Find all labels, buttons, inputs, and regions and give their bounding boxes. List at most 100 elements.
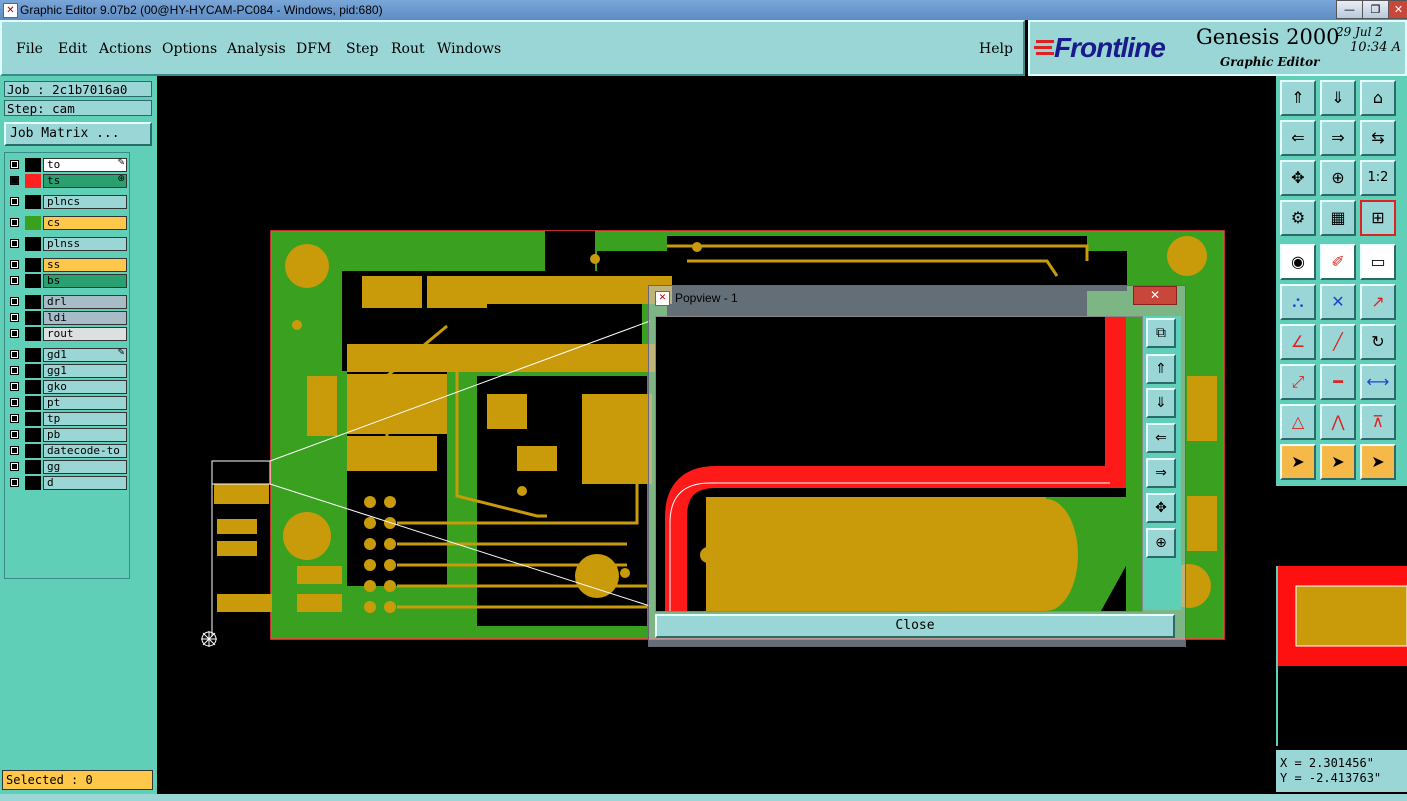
layer-color-swatch[interactable]: [25, 444, 41, 458]
popview-close-button[interactable]: Close: [655, 614, 1175, 638]
layer-color-swatch[interactable]: [25, 195, 41, 209]
layer-row[interactable]: drl: [7, 295, 127, 309]
layer-color-swatch[interactable]: [25, 460, 41, 474]
popview-left-icon[interactable]: ⇐: [1146, 423, 1176, 453]
layer-name[interactable]: ldi: [43, 311, 127, 325]
popview-fit-icon[interactable]: ⧉: [1146, 318, 1176, 348]
point-icon[interactable]: ↗: [1360, 284, 1396, 320]
layer-checkbox[interactable]: [10, 350, 19, 359]
layer-row[interactable]: gg1: [7, 364, 127, 378]
layer-row[interactable]: ldi: [7, 311, 127, 325]
layer-row[interactable]: gd1 ✎: [7, 348, 127, 362]
layer-row[interactable]: cs: [7, 216, 127, 230]
layer-color-swatch[interactable]: [25, 311, 41, 325]
layer-name[interactable]: drl: [43, 295, 127, 309]
layer-name[interactable]: rout: [43, 327, 127, 341]
layer-name[interactable]: to: [43, 158, 127, 172]
menu-actions[interactable]: Actions: [99, 41, 152, 57]
layer-name[interactable]: datecode-to: [43, 444, 127, 458]
layer-name[interactable]: d: [43, 476, 127, 490]
snap-icon[interactable]: ⊞: [1360, 200, 1396, 236]
grid-icon[interactable]: ▦: [1320, 200, 1356, 236]
select-icon[interactable]: ◉: [1280, 244, 1316, 280]
layer-color-swatch[interactable]: [25, 348, 41, 362]
layer-checkbox[interactable]: [10, 382, 19, 391]
zoom-fit-icon[interactable]: ✥: [1280, 160, 1316, 196]
pointer-rotate-icon[interactable]: ➤: [1360, 444, 1396, 480]
popview-canvas[interactable]: [655, 316, 1143, 612]
layer-color-swatch[interactable]: [25, 396, 41, 410]
job-matrix-button[interactable]: Job Matrix ...: [4, 122, 152, 146]
settings-icon[interactable]: ⚙: [1280, 200, 1316, 236]
menu-file[interactable]: File: [16, 41, 43, 57]
layer-color-swatch[interactable]: [25, 295, 41, 309]
layer-color-swatch[interactable]: [25, 476, 41, 490]
layer-color-swatch[interactable]: [25, 428, 41, 442]
menu-options[interactable]: Options: [162, 41, 217, 57]
move-up-icon[interactable]: ⇑: [1280, 80, 1316, 116]
layer-name[interactable]: bs: [43, 274, 127, 288]
angle-icon[interactable]: ⋀: [1320, 404, 1356, 440]
pointer-icon[interactable]: ➤: [1280, 444, 1316, 480]
layer-color-swatch[interactable]: [25, 327, 41, 341]
layer-checkbox[interactable]: [10, 276, 19, 285]
layer-name[interactable]: plncs: [43, 195, 127, 209]
layer-name[interactable]: pt: [43, 396, 127, 410]
menu-analysis[interactable]: Analysis: [227, 41, 286, 57]
layer-checkbox[interactable]: [10, 478, 19, 487]
horizontal-line-icon[interactable]: ━: [1320, 364, 1356, 400]
layer-color-swatch[interactable]: [25, 274, 41, 288]
layer-checkbox[interactable]: [10, 430, 19, 439]
popview-right-icon[interactable]: ⇒: [1146, 458, 1176, 488]
layer-checkbox[interactable]: [10, 462, 19, 471]
zoom-ratio-button[interactable]: 1:2: [1360, 160, 1396, 196]
layer-row[interactable]: tp: [7, 412, 127, 426]
layer-checkbox[interactable]: [10, 313, 19, 322]
layer-name[interactable]: ss: [43, 258, 127, 272]
layer-name[interactable]: gg: [43, 460, 127, 474]
layer-row[interactable]: gg: [7, 460, 127, 474]
layer-checkbox[interactable]: [10, 239, 19, 248]
layer-checkbox[interactable]: [10, 176, 19, 185]
layer-color-swatch[interactable]: [25, 237, 41, 251]
layer-row[interactable]: rout: [7, 327, 127, 341]
arc-icon[interactable]: ↻: [1360, 324, 1396, 360]
layer-row[interactable]: plncs: [7, 195, 127, 209]
close-window-button[interactable]: ✕: [1388, 0, 1407, 19]
line-icon[interactable]: ∠: [1280, 324, 1316, 360]
layer-row[interactable]: ts ⊕: [7, 174, 127, 188]
layer-name[interactable]: cs: [43, 216, 127, 230]
layer-color-swatch[interactable]: [25, 364, 41, 378]
layer-checkbox[interactable]: [10, 297, 19, 306]
layer-color-swatch[interactable]: [25, 216, 41, 230]
mini-overview[interactable]: [1276, 486, 1407, 750]
layer-row[interactable]: pb: [7, 428, 127, 442]
layer-checkbox[interactable]: [10, 260, 19, 269]
layer-name[interactable]: tp: [43, 412, 127, 426]
layer-color-swatch[interactable]: [25, 258, 41, 272]
menu-help[interactable]: Help: [979, 41, 1013, 57]
menu-rout[interactable]: Rout: [391, 41, 425, 57]
popview-center-icon[interactable]: ⊕: [1146, 528, 1176, 558]
connect-icon[interactable]: ⛬: [1280, 284, 1316, 320]
layer-name[interactable]: plnss: [43, 237, 127, 251]
popview-close-x[interactable]: ✕: [1133, 286, 1177, 305]
measure-icon[interactable]: ✐: [1320, 244, 1356, 280]
popview-up-icon[interactable]: ⇑: [1146, 354, 1176, 384]
maximize-button[interactable]: ❐: [1362, 0, 1389, 19]
layer-name[interactable]: pb: [43, 428, 127, 442]
layer-checkbox[interactable]: [10, 446, 19, 455]
move-right-icon[interactable]: ⇒: [1320, 120, 1356, 156]
layer-row[interactable]: to ✎: [7, 158, 127, 172]
minimize-button[interactable]: —: [1336, 0, 1363, 19]
move-left-icon[interactable]: ⇐: [1280, 120, 1316, 156]
triangle-icon[interactable]: △: [1280, 404, 1316, 440]
popview-down-icon[interactable]: ⇓: [1146, 388, 1176, 418]
zoom-center-icon[interactable]: ⊕: [1320, 160, 1356, 196]
menu-edit[interactable]: Edit: [58, 41, 87, 57]
layer-color-swatch[interactable]: [25, 158, 41, 172]
menu-step[interactable]: Step: [346, 41, 378, 57]
layer-name[interactable]: gg1: [43, 364, 127, 378]
layer-checkbox[interactable]: [10, 218, 19, 227]
layer-row[interactable]: ss: [7, 258, 127, 272]
